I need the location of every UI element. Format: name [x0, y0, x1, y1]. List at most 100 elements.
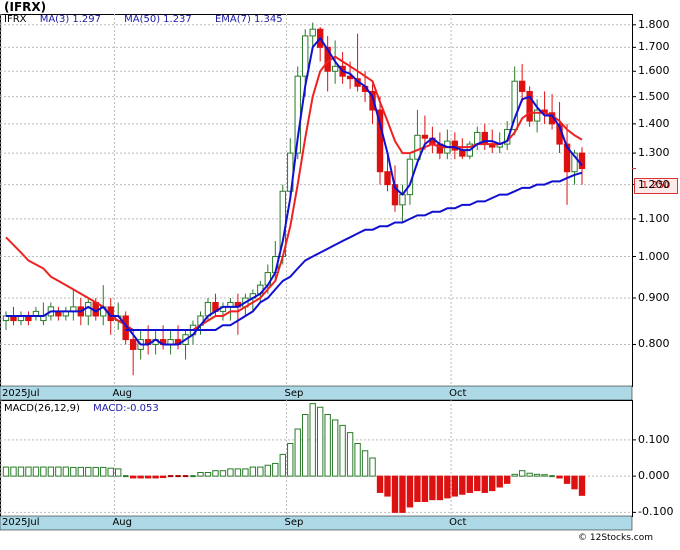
macd-bar — [47, 466, 55, 477]
candle-body — [518, 80, 526, 92]
macd-bar — [339, 424, 346, 477]
macd-bar — [361, 450, 369, 477]
macd-bar — [129, 475, 137, 479]
macd-bar — [152, 475, 159, 479]
legend-ma50: MA(50) 1.237 — [124, 14, 192, 25]
stock-chart — [0, 0, 680, 546]
chart-stage: (IFRX) IFRX MA(3) 1.297 MA(50) 1.237 EMA(7… — [0, 0, 680, 546]
macd-bar — [55, 466, 62, 477]
macd-bar — [354, 443, 361, 477]
macd-bar — [257, 466, 264, 477]
month-label: 2025Jul — [2, 517, 40, 528]
candle-body — [331, 65, 339, 72]
macd-bar — [302, 414, 309, 477]
candle-body — [129, 339, 137, 350]
macd-bar — [481, 475, 488, 493]
macd-bar — [204, 472, 212, 477]
ticker-title: (IFRX) — [4, 0, 47, 14]
macd-bar — [316, 406, 324, 477]
macd-bar — [436, 475, 444, 501]
macd-bar — [376, 475, 384, 493]
macd-bar — [533, 473, 541, 477]
macd-bar — [406, 475, 414, 508]
macd-bar — [264, 464, 272, 477]
macd-bar — [526, 472, 533, 477]
candle-body — [384, 171, 391, 186]
month-label: Aug — [112, 517, 132, 528]
macd-bar — [474, 475, 481, 492]
macd-bar — [212, 470, 219, 477]
legend-macd-value: MACD:-0.053 — [93, 403, 159, 414]
macd-bar — [242, 468, 249, 477]
macd-bar — [331, 419, 339, 477]
macd-tick-label: -0.100 — [638, 505, 674, 519]
price-tick-label: 1.700 — [638, 40, 670, 54]
macd-bar — [25, 466, 32, 477]
macd-bar — [249, 466, 257, 477]
legend-macd-params: MACD(26,12,9) — [4, 403, 80, 414]
date-axis-bar-lower — [0, 515, 633, 531]
macd-bar — [70, 466, 77, 477]
month-label: Aug — [112, 388, 132, 399]
macd-tick-label: 0.000 — [638, 469, 670, 483]
macd-bar — [77, 466, 84, 477]
credit-text: © 12Stocks.com — [578, 533, 653, 543]
macd-bar — [272, 462, 279, 477]
macd-bar — [489, 475, 496, 492]
macd-bar — [32, 466, 40, 477]
candle-body — [578, 152, 586, 170]
macd-bar — [541, 474, 548, 477]
price-plot-frame — [0, 14, 633, 387]
price-tick-label: 1.500 — [638, 89, 670, 103]
month-label: Sep — [284, 388, 304, 399]
month-label: Oct — [449, 388, 467, 399]
macd-bar — [92, 466, 99, 477]
macd-legend: MACD(26,12,9) MACD:-0.053 — [4, 403, 169, 414]
macd-bar — [414, 475, 421, 502]
macd-bar — [578, 475, 586, 496]
macd-bar — [2, 466, 10, 477]
candle-body — [302, 35, 309, 77]
macd-bar — [309, 403, 316, 477]
macd-bar — [100, 466, 107, 477]
macd-bar — [227, 468, 234, 477]
macd-bar — [391, 475, 399, 513]
macd-bar — [451, 475, 459, 497]
macd-bar — [10, 466, 17, 477]
date-axis-bar — [0, 385, 633, 401]
macd-bar — [571, 475, 578, 490]
month-label: 2025Jul — [2, 388, 40, 399]
macd-bar — [107, 467, 114, 477]
macd-bar — [421, 475, 429, 502]
macd-bar — [115, 468, 122, 477]
price-legend: IFRX MA(3) 1.297 MA(50) 1.237 EMA(7) 1.345 — [4, 14, 303, 25]
macd-bar — [159, 475, 167, 479]
macd-bar — [17, 466, 25, 477]
candle-body — [533, 109, 541, 122]
month-label: Oct — [449, 517, 467, 528]
macd-bar — [324, 414, 331, 477]
macd-panel — [0, 400, 636, 517]
macd-bar — [234, 468, 242, 477]
macd-bar — [85, 466, 92, 477]
macd-bar — [346, 432, 354, 477]
price-tick-label: 1.400 — [638, 116, 670, 130]
macd-plot-frame — [0, 400, 633, 517]
price-tick-label: 1.000 — [638, 249, 670, 263]
month-label: Sep — [284, 517, 304, 528]
macd-bar — [137, 475, 144, 479]
legend-symbol: IFRX — [4, 14, 27, 25]
macd-bar — [563, 475, 571, 484]
macd-bar — [504, 475, 511, 484]
price-tick-label: 1.100 — [638, 211, 670, 225]
macd-bar — [219, 470, 227, 477]
macd-bar — [399, 475, 406, 513]
candle-body — [309, 28, 316, 37]
price-tick-label: 1.300 — [638, 146, 670, 160]
macd-bar — [287, 443, 294, 477]
price-tick-label: 1.600 — [638, 64, 670, 78]
macd-bar — [556, 475, 563, 479]
candle-body — [421, 134, 429, 139]
macd-bar — [294, 428, 301, 477]
price-tick-label: 1.200 — [638, 177, 670, 191]
